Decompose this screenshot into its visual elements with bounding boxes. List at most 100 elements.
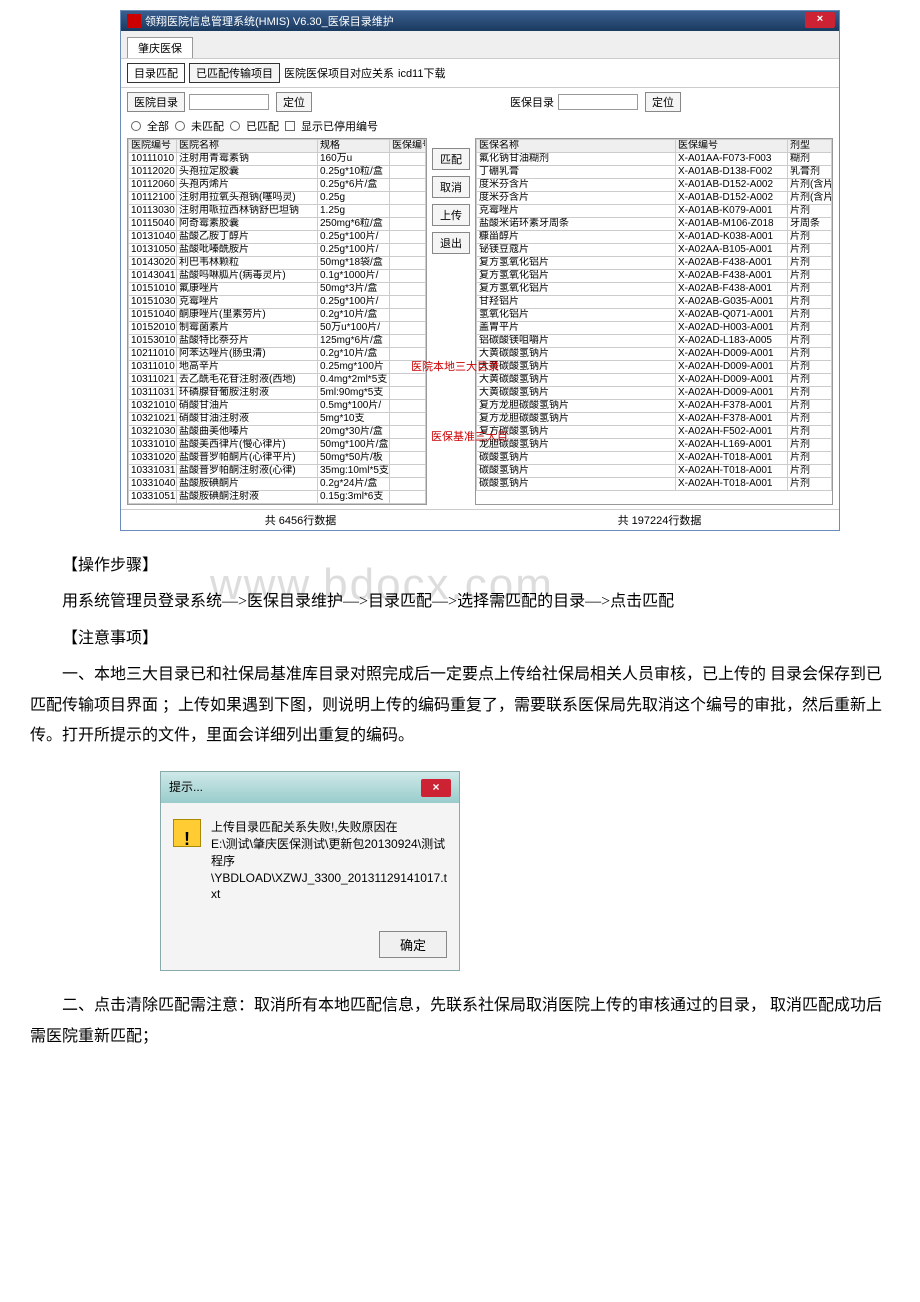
table-row[interactable]: 盐酸米诺环素牙周条X-A01AB-M106-Z018牙周条 (477, 218, 832, 231)
table-row[interactable]: 10131040盐酸乙胺丁醇片0.25g*100片/ (129, 231, 426, 244)
table-row[interactable]: 糠甾醇片X-A01AD-K038-A001片剂 (477, 231, 832, 244)
col-ins-code: 医保编号 (390, 140, 426, 153)
radio-all[interactable] (131, 121, 141, 131)
table-row[interactable]: 丁硼乳膏X-A01AB-D138-F002乳膏剂 (477, 166, 832, 179)
col-hospital-name: 医院名称 (177, 140, 318, 153)
table-row[interactable]: 10131050盐酸吡嗪酰胺片0.25g*100片/ (129, 244, 426, 257)
table-row[interactable]: 10153010盐酸特比萘芬片125mg*6片/盒 (129, 335, 426, 348)
table-row[interactable]: 复方碳酸氢钠片X-A02AH-F502-A001片剂 (477, 426, 832, 439)
steps-heading: 【操作步骤】 (30, 551, 890, 581)
table-row[interactable]: 10115040阿奇霉素胶囊250mg*6粒/盒 (129, 218, 426, 231)
table-row[interactable]: 碳酸氢钠片X-A02AH-T018-A001片剂 (477, 452, 832, 465)
table-row[interactable]: 10331051盐酸胺碘酮注射液0.15g:3ml*6支 (129, 491, 426, 504)
table-row[interactable]: 10321030盐酸曲美他嗪片20mg*30片/盒 (129, 426, 426, 439)
table-row[interactable]: 10112060头孢丙烯片0.25g*6片/盒 (129, 179, 426, 192)
table-row[interactable]: 10331010盐酸美西律片(慢心律片)50mg*100片/盒 (129, 439, 426, 452)
window-title: 领翔医院信息管理系统(HMIS) V6.30_医保目录维护 (145, 13, 394, 29)
table-row[interactable]: 10111010注射用青霉素钠160万u (129, 153, 426, 166)
table-row[interactable]: 复方氢氧化铝片X-A02AB-F438-A001片剂 (477, 270, 832, 283)
table-row[interactable]: 甘羟铝片X-A02AB-G035-A001片剂 (477, 296, 832, 309)
dialog-title: 提示... (169, 776, 203, 799)
table-row[interactable]: 克霉唑片X-A01AB-K079-A001片剂 (477, 205, 832, 218)
match-button[interactable]: 匹配 (432, 148, 470, 170)
table-row[interactable]: 大黄碳酸氢钠片X-A02AH-D009-A001片剂 (477, 387, 832, 400)
col-spec: 规格 (318, 140, 390, 153)
left-footer: 共 6456行数据 (121, 509, 480, 530)
table-row[interactable]: 碳酸氢钠片X-A02AH-T018-A001片剂 (477, 478, 832, 491)
table-row[interactable]: 10113030注射用哌拉西林钠舒巴坦钠1.25g (129, 205, 426, 218)
exit-button[interactable]: 退出 (432, 232, 470, 254)
insurance-catalog-label: 医保目录 (510, 94, 554, 110)
table-row[interactable]: 铝碳酸镁咀嚼片X-A02AD-L183-A005片剂 (477, 335, 832, 348)
ok-button[interactable]: 确定 (379, 931, 447, 958)
app-icon (127, 14, 141, 28)
table-row[interactable]: 10211010阿苯达唑片(肠虫清)0.2g*10片/盒 (129, 348, 426, 361)
table-row[interactable]: 龙胆碳酸氢钠片X-A02AH-L169-A001片剂 (477, 439, 832, 452)
col-hospital-id: 医院编号 (129, 140, 177, 153)
tab-transferred[interactable]: 已匹配传输项目 (189, 63, 280, 83)
table-row[interactable]: 10321010硝酸甘油片0.5mg*100片/ (129, 400, 426, 413)
table-row[interactable]: 10151030克霉唑片0.25g*100片/ (129, 296, 426, 309)
table-row[interactable]: 10311021去乙酰毛花苷注射液(西地)0.4mg*2ml*5支 (129, 374, 426, 387)
insurance-locate-button[interactable]: 定位 (645, 92, 681, 112)
col-dosage-form: 剂型 (788, 140, 832, 153)
notes-heading: 【注意事项】 (30, 624, 890, 654)
table-row[interactable]: 10152010制霉菌素片50万u*100片/ (129, 322, 426, 335)
radio-unmatched[interactable] (175, 121, 185, 131)
table-row[interactable]: 复方氢氧化铝片X-A02AB-F438-A001片剂 (477, 283, 832, 296)
table-row[interactable]: 铋镁豆蔻片X-A02AA-B105-A001片剂 (477, 244, 832, 257)
table-row[interactable]: 10143041盐酸吗啉胍片(病毒灵片)0.1g*1000片/ (129, 270, 426, 283)
hospital-grid[interactable]: 医院编号 医院名称 规格 医保编号 10111010注射用青霉素钠160万u10… (127, 138, 427, 505)
table-row[interactable]: 10112100注射用拉氧头孢钠(噻吗灵)0.25g (129, 192, 426, 205)
tab-zhaoqing[interactable]: 肇庆医保 (127, 37, 193, 58)
right-footer: 共 197224行数据 (480, 509, 839, 530)
col-ins-name: 医保名称 (477, 140, 676, 153)
table-row[interactable]: 10331020盐酸普罗帕酮片(心律平片)50mg*50片/板 (129, 452, 426, 465)
tab-relation[interactable]: 医院医保项目对应关系 (284, 65, 394, 81)
table-row[interactable]: 10311010地高辛片0.25mg*100片 (129, 361, 426, 374)
hospital-catalog-button[interactable]: 医院目录 (127, 92, 185, 112)
table-row[interactable]: 10151040酮康唑片(里素劳片)0.2g*10片/盒 (129, 309, 426, 322)
note-2: 二、点击清除匹配需注意：取消所有本地匹配信息，先联系社保局取消医院上传的审核通过… (30, 991, 890, 1052)
close-icon[interactable]: × (805, 12, 835, 28)
document-body: www.bdocx.com 【操作步骤】 用系统管理员登录系统—>医保目录维护—… (20, 531, 900, 1052)
warning-icon (173, 819, 201, 847)
table-row[interactable]: 大黄碳酸氢钠片X-A02AH-D009-A001片剂 (477, 374, 832, 387)
table-row[interactable]: 盖胃平片X-A02AD-H003-A001片剂 (477, 322, 832, 335)
insurance-grid[interactable]: 医保名称 医保编号 剂型 氟化钠甘油糊剂X-A01AA-F073-F003糊剂丁… (475, 138, 833, 505)
table-row[interactable]: 10331040盐酸胺碘酮片0.2g*24片/盒 (129, 478, 426, 491)
table-row[interactable]: 度米芬含片X-A01AB-D152-A002片剂(含片) (477, 192, 832, 205)
tab-icd11[interactable]: icd11下载 (398, 65, 445, 81)
table-row[interactable]: 大黄碳酸氢钠片X-A02AH-D009-A001片剂 (477, 348, 832, 361)
note-1: 一、本地三大目录已和社保局基准库目录对照完成后一定要点上传给社保局相关人员审核，… (30, 660, 890, 751)
table-row[interactable]: 复方龙胆碳酸氢钠片X-A02AH-F378-A001片剂 (477, 400, 832, 413)
table-row[interactable]: 度米芬含片X-A01AB-D152-A002片剂(含片) (477, 179, 832, 192)
dialog-message: 上传目录匹配关系失败!,失败原因在 E:\测试\肇庆医保测试\更新包201309… (211, 819, 447, 903)
hospital-locate-button[interactable]: 定位 (276, 92, 312, 112)
insurance-search-input[interactable] (558, 94, 638, 110)
table-row[interactable]: 氟化钠甘油糊剂X-A01AA-F073-F003糊剂 (477, 153, 832, 166)
table-row[interactable]: 10151010氟康唑片50mg*3片/盒 (129, 283, 426, 296)
table-row[interactable]: 10112020头孢拉定胶囊0.25g*10粒/盒 (129, 166, 426, 179)
table-row[interactable]: 大黄碳酸氢钠片X-A02AH-D009-A001片剂 (477, 361, 832, 374)
table-row[interactable]: 10311031环磷腺苷葡胺注射液5ml:90mg*5支 (129, 387, 426, 400)
cancel-button[interactable]: 取消 (432, 176, 470, 198)
table-row[interactable]: 10331031盐酸普罗帕酮注射液(心律)35mg:10ml*5支 (129, 465, 426, 478)
table-row[interactable]: 复方氢氧化铝片X-A02AB-F438-A001片剂 (477, 257, 832, 270)
table-row[interactable]: 10143020利巴韦林颗粒50mg*18袋/盒 (129, 257, 426, 270)
table-row[interactable]: 氢氧化铝片X-A02AB-Q071-A001片剂 (477, 309, 832, 322)
annotation-hospital: 医院本地三大目录 (411, 358, 499, 374)
app-window: 领翔医院信息管理系统(HMIS) V6.30_医保目录维护 × 肇庆医保 目录匹… (120, 10, 840, 531)
upload-button[interactable]: 上传 (432, 204, 470, 226)
hospital-search-input[interactable] (189, 94, 269, 110)
table-row[interactable]: 10321021硝酸甘油注射液5mg*10支 (129, 413, 426, 426)
check-show-disabled[interactable] (285, 121, 295, 131)
table-row[interactable]: 碳酸氢钠片X-A02AH-T018-A001片剂 (477, 465, 832, 478)
col-ins-number: 医保编号 (676, 140, 788, 153)
table-row[interactable]: 复方龙胆碳酸氢钠片X-A02AH-F378-A001片剂 (477, 413, 832, 426)
dialog-close-icon[interactable]: × (421, 779, 451, 797)
tab-match[interactable]: 目录匹配 (127, 63, 185, 83)
error-dialog: 提示... × 上传目录匹配关系失败!,失败原因在 E:\测试\肇庆医保测试\更… (160, 771, 460, 971)
steps-paragraph: 用系统管理员登录系统—>医保目录维护—>目录匹配—>选择需匹配的目录—>点击匹配 (30, 587, 890, 617)
radio-matched[interactable] (230, 121, 240, 131)
